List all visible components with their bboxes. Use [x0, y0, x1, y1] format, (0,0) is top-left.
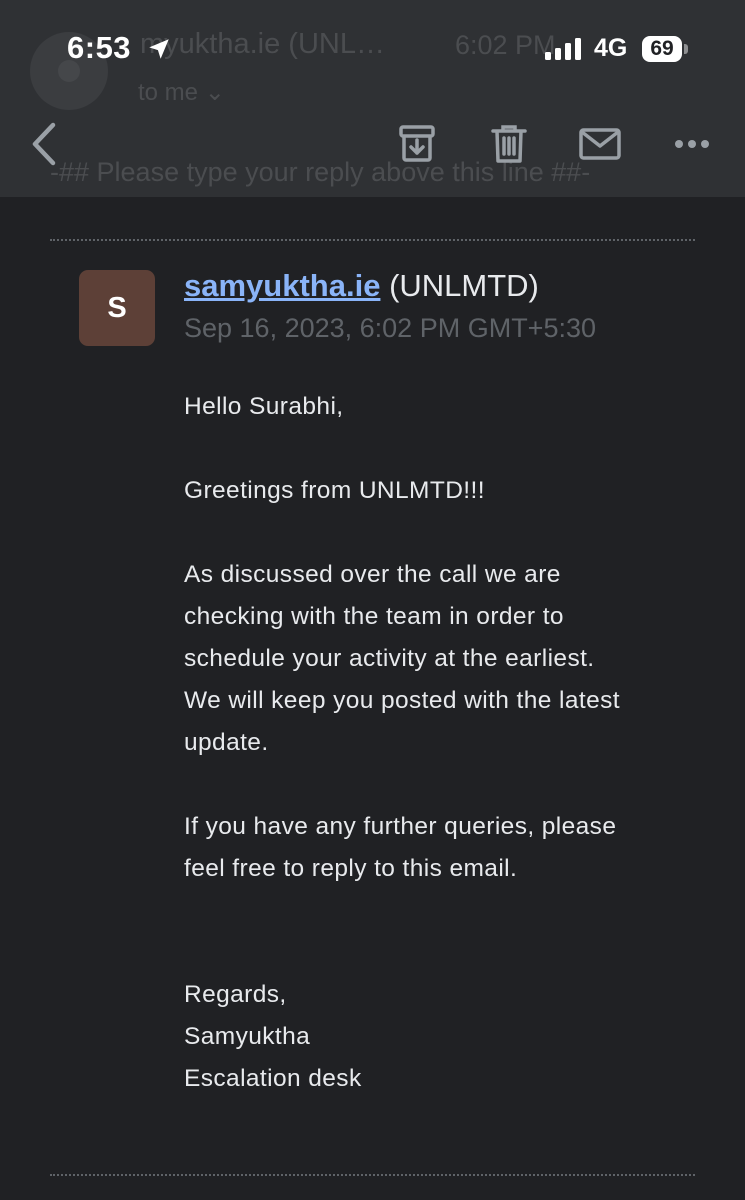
back-button[interactable]: [22, 118, 66, 170]
network-type: 4G: [594, 34, 628, 62]
signature-title: Escalation desk: [184, 1065, 362, 1092]
battery-cap: [684, 44, 688, 54]
body-line: As discussed over the call we are: [184, 561, 561, 588]
body-line: We will keep you posted with the latest: [184, 687, 620, 714]
message-divider-top: [50, 239, 695, 241]
more-options-button[interactable]: [668, 120, 716, 168]
body-line: checking with the team in order to: [184, 603, 564, 630]
trash-icon: [491, 125, 527, 163]
previous-message-sender: myuktha.ie (UNL…: [140, 28, 385, 60]
sender-line: samyuktha.ie (UNLMTD): [184, 268, 539, 304]
message-divider-bottom: [50, 1174, 695, 1176]
chevron-left-icon: [32, 122, 56, 166]
mark-unread-button[interactable]: [575, 120, 625, 168]
body-line: schedule your activity at the earliest.: [184, 645, 595, 672]
mail-icon: [579, 128, 621, 160]
sender-org: (UNLMTD): [389, 268, 539, 303]
cellular-signal-icon: [545, 38, 581, 60]
signoff: Regards,: [184, 981, 287, 1008]
body-line: feel free to reply to this email.: [184, 855, 518, 882]
previous-message-recipient: to me ⌄: [138, 79, 225, 106]
message-body: Hello Surabhi, Greetings from UNLMTD!!! …: [184, 386, 704, 1100]
body-line: If you have any further queries, please: [184, 813, 617, 840]
more-horizontal-icon: [675, 140, 709, 148]
status-time: 6:53: [67, 30, 132, 65]
greeting: Hello Surabhi,: [184, 393, 344, 420]
body-line: update.: [184, 729, 269, 756]
message-date: Sep 16, 2023, 6:02 PM GMT+5:30: [184, 313, 597, 343]
sender-avatar[interactable]: S: [79, 270, 155, 346]
battery-indicator: 69: [642, 36, 682, 62]
delete-button[interactable]: [485, 120, 533, 168]
location-arrow-icon: [149, 39, 169, 59]
intro-line: Greetings from UNLMTD!!!: [184, 477, 485, 504]
previous-message-time: 6:02 PM: [455, 30, 556, 60]
signature-name: Samyuktha: [184, 1023, 311, 1050]
archive-icon: [399, 125, 435, 162]
archive-button[interactable]: [393, 120, 441, 168]
sender-name-link[interactable]: samyuktha.ie: [184, 268, 380, 303]
top-app-bar: myuktha.ie (UNL… 6:02 PM to me ⌄ -## Ple…: [0, 0, 745, 197]
